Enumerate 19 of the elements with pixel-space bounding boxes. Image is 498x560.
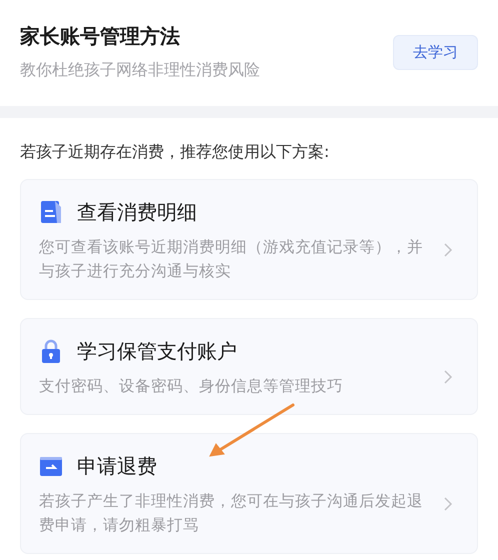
chevron-right-icon <box>443 496 453 512</box>
option-card[interactable]: 学习保管支付账户 支付密码、设备密码、身份信息等管理技巧 <box>20 318 478 415</box>
option-description: 您可查看该账号近期消费明细（游戏充值记录等），并与孩子进行充分沟通与核实 <box>39 237 424 282</box>
option-title: 查看消费明细 <box>77 199 197 226</box>
option-card[interactable]: 查看消费明细 您可查看该账号近期消费明细（游戏充值记录等），并与孩子进行充分沟通与核实 <box>20 179 478 300</box>
document-icon <box>39 200 63 224</box>
page-title: 家长账号管理方法 <box>20 23 181 50</box>
option-title: 学习保管支付账户 <box>77 338 237 365</box>
intro-text: 若孩子近期存在消费，推荐您使用以下方案: <box>19 141 330 163</box>
chevron-right-icon <box>443 369 453 385</box>
option-title: 申请退费 <box>77 453 157 480</box>
option-description: 若孩子产生了非理性消费，您可在与孩子沟通后发起退费申请，请勿粗暴打骂 <box>39 491 424 536</box>
learn-button[interactable]: 去学习 <box>393 35 478 70</box>
option-description: 支付密码、设备密码、身份信息等管理技巧 <box>39 376 344 397</box>
page-subtitle: 教你杜绝孩子网络非理性消费风险 <box>20 59 260 81</box>
lock-icon <box>39 339 63 363</box>
chevron-right-icon <box>443 242 453 258</box>
option-card[interactable]: 申请退费 若孩子产生了非理性消费，您可在与孩子沟通后发起退费申请，请勿粗暴打骂 <box>20 433 478 554</box>
wallet-icon <box>39 454 63 478</box>
